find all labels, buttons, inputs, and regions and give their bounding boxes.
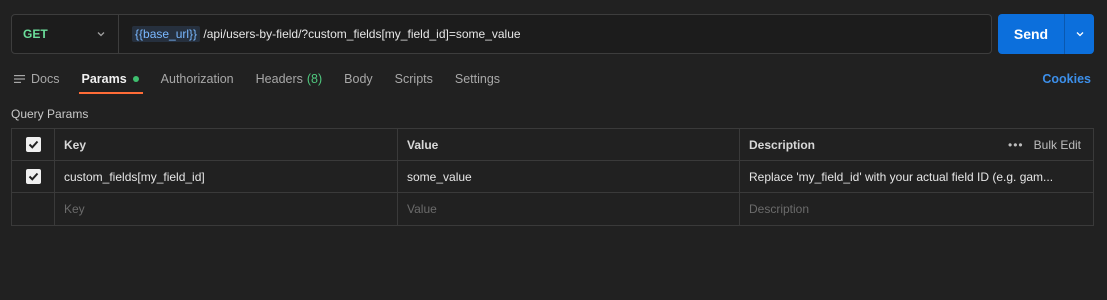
tab-settings[interactable]: Settings — [455, 64, 500, 94]
url-variable: {{base_url}} — [132, 26, 201, 42]
row-checkbox-cell — [12, 161, 55, 192]
header-key: Key — [55, 129, 398, 160]
row-checkbox[interactable] — [25, 169, 41, 184]
tab-docs[interactable]: Docs — [14, 64, 59, 94]
tab-scripts[interactable]: Scripts — [395, 64, 433, 94]
send-options-button[interactable] — [1065, 14, 1094, 54]
docs-icon — [14, 75, 25, 83]
tab-params-label: Params — [81, 72, 127, 86]
query-params-table: Key Value Description ••• Bulk Edit cust… — [11, 128, 1094, 226]
tab-authorization[interactable]: Authorization — [161, 64, 234, 94]
tab-scripts-label: Scripts — [394, 72, 433, 86]
empty-checkbox-cell — [12, 193, 55, 225]
header-description-cell: Description ••• Bulk Edit — [740, 129, 1093, 160]
tab-body-label: Body — [344, 72, 373, 86]
param-description-field[interactable]: Replace 'my_field_id' with your actual f… — [740, 161, 1093, 192]
checkmark-icon — [28, 172, 38, 181]
checkmark-icon — [28, 140, 38, 149]
request-tabs: Docs Params Authorization Headers (8) Bo… — [14, 64, 522, 94]
new-description-field[interactable]: Description — [740, 193, 1093, 225]
header-checkbox-cell — [12, 129, 55, 160]
params-active-dot — [132, 76, 139, 82]
tab-params[interactable]: Params — [79, 64, 143, 94]
send-button[interactable]: Send — [998, 14, 1064, 54]
chevron-down-icon — [97, 32, 105, 37]
header-value: Value — [398, 129, 740, 160]
cookies-link[interactable]: Cookies — [1042, 72, 1091, 86]
table-header-row: Key Value Description ••• Bulk Edit — [12, 129, 1093, 161]
tab-settings-label: Settings — [454, 72, 501, 86]
tab-docs-label: Docs — [31, 72, 60, 86]
method-select[interactable]: GET — [12, 15, 119, 53]
param-value-field[interactable]: some_value — [398, 161, 740, 192]
param-description-text: Replace 'my_field_id' with your actual f… — [749, 169, 1054, 184]
header-description: Description — [749, 137, 816, 152]
new-description-placeholder: Description — [749, 202, 810, 216]
url-input[interactable]: {{base_url}} /api/users-by-field/?custom… — [119, 26, 521, 42]
tab-body[interactable]: Body — [344, 64, 373, 94]
new-key-field[interactable]: Key — [55, 193, 398, 225]
select-all-checkbox[interactable] — [25, 137, 41, 152]
request-bar: GET {{base_url}} /api/users-by-field/?cu… — [11, 14, 1094, 54]
param-key-field[interactable]: custom_fields[my_field_id] — [55, 161, 398, 192]
url-path: /api/users-by-field/?custom_fields[my_fi… — [200, 27, 521, 41]
table-row-empty: Key Value Description — [12, 193, 1093, 225]
chevron-down-icon — [1076, 32, 1083, 37]
headers-count: (8) — [306, 72, 323, 86]
send-button-group: Send — [998, 14, 1094, 54]
tab-authorization-label: Authorization — [160, 72, 234, 86]
bulk-edit-button[interactable]: ••• Bulk Edit — [1008, 138, 1081, 152]
new-value-field[interactable]: Value — [398, 193, 740, 225]
bulk-edit-label: Bulk Edit — [1033, 137, 1081, 152]
tab-headers[interactable]: Headers (8) — [256, 64, 323, 94]
query-params-title: Query Params — [11, 107, 89, 121]
table-row: custom_fields[my_field_id] some_value Re… — [12, 161, 1093, 193]
url-box: GET {{base_url}} /api/users-by-field/?cu… — [11, 14, 992, 54]
more-icon: ••• — [1008, 137, 1024, 152]
method-label: GET — [23, 27, 48, 41]
tab-headers-label: Headers — [255, 72, 303, 86]
